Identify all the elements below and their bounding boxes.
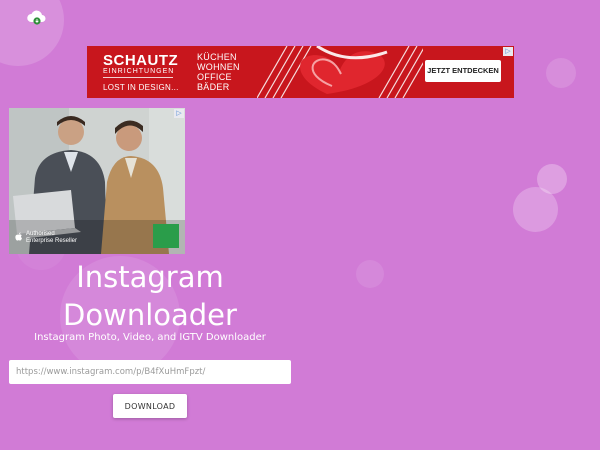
bg-bubble [513,187,558,232]
url-input[interactable] [9,360,291,384]
ad-choices-icon[interactable]: ▷ [174,109,184,118]
ad-brand-block: SCHAUTZ EINRICHTUNGEN LOST IN DESIGN... [87,46,189,98]
apple-logo-icon [15,232,22,241]
ad-divider [103,77,173,78]
ad-word: WOHNEN [197,62,240,72]
page-subtitle: Instagram Photo, Video, and IGTV Downloa… [34,332,266,343]
download-button[interactable]: DOWNLOAD [113,394,187,418]
cloud-download-icon[interactable] [26,8,48,28]
ad-heart-image [257,46,423,98]
page-title-line: Instagram [76,260,224,294]
ad-word: BÄDER [197,82,230,92]
ad-caption-line: Enterprise Reseller [26,238,78,244]
ad-word: OFFICE [197,72,232,82]
ad-choices-icon[interactable]: ▷ [503,47,513,56]
ad-brand-name: SCHAUTZ [103,52,179,69]
ad-partner-logo [153,224,179,248]
ad-word: KÜCHEN [197,52,237,62]
ad-tagline: LOST IN DESIGN... [103,83,179,92]
ad-word-list: KÜCHEN WOHNEN OFFICE BÄDER [197,52,240,92]
banner-ad[interactable]: SCHAUTZ EINRICHTUNGEN LOST IN DESIGN... … [87,46,514,98]
bg-bubble [546,58,576,88]
page-title: Instagram Downloader [60,258,240,334]
bg-bubble [356,260,384,288]
page-title-line: Downloader [63,298,237,332]
square-ad[interactable]: Authorised Enterprise Reseller ▷ [9,108,185,254]
ad-cta-button[interactable]: JETZT ENTDECKEN [425,60,501,82]
ad-brand-sub: EINRICHTUNGEN [103,68,175,75]
ad-caption-line: Authorised [26,231,55,237]
